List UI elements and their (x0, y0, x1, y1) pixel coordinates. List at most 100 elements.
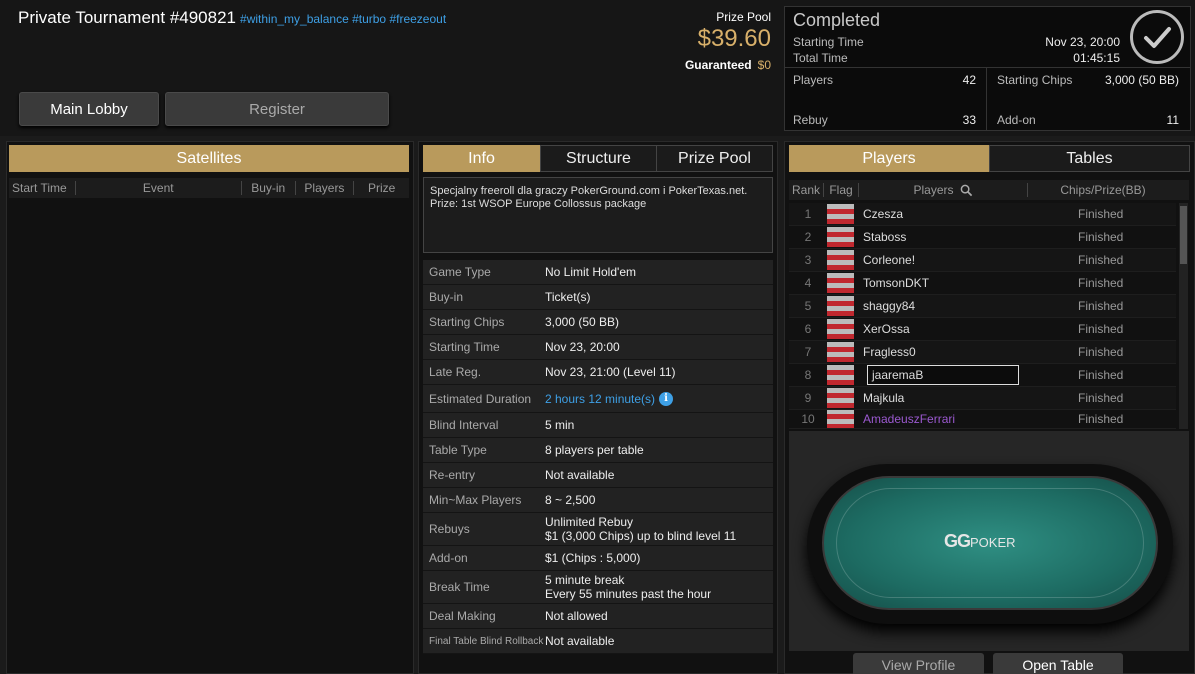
player-status: Finished (1078, 345, 1124, 359)
player-name: Majkula (863, 391, 905, 405)
col-start-time[interactable]: Start Time (9, 181, 75, 195)
guaranteed-label: Guaranteed (684, 58, 752, 72)
col-prize[interactable]: Prize (354, 181, 409, 195)
info-row-label: Starting Time (429, 340, 500, 354)
tab-tables[interactable]: Tables (989, 145, 1190, 172)
flag-icon (827, 319, 854, 339)
player-row[interactable]: 8 jaaremaB Finished (789, 364, 1176, 387)
player-rank: 7 (804, 345, 812, 359)
starting-chips-value: 3,000 (50 BB) (1104, 73, 1179, 87)
flag-icon (827, 273, 854, 293)
info-row-label: Table Type (429, 443, 487, 457)
info-row-label: Break Time (429, 580, 490, 594)
info-row-label: Buy-in (429, 290, 464, 304)
main-lobby-button[interactable]: Main Lobby (19, 92, 159, 126)
player-name: XerOssa (863, 322, 910, 336)
player-status: Finished (1078, 299, 1124, 313)
player-row[interactable]: 10 AmadeuszFerrari Finished (789, 410, 1176, 429)
player-row[interactable]: 2 Staboss Finished (789, 226, 1176, 249)
info-icon[interactable]: i (659, 391, 674, 406)
player-rank: 2 (804, 230, 812, 244)
player-row[interactable]: 6 XerOssa Finished (789, 318, 1176, 341)
player-name: Staboss (863, 230, 907, 244)
col-players[interactable]: Players (296, 181, 354, 195)
tab-players[interactable]: Players (789, 145, 989, 172)
info-row: Buy-in Ticket(s) (423, 285, 773, 310)
info-row-value: 5 min (545, 418, 575, 432)
info-row-value: Not available (545, 634, 615, 648)
info-row-label: Final Table Blind Rollback (429, 635, 544, 647)
col-players-label: Players (913, 183, 954, 197)
search-icon[interactable] (960, 184, 973, 197)
info-row: Table Type 8 players per table (423, 438, 773, 463)
info-row-label: Re-entry (429, 468, 476, 482)
player-row[interactable]: 5 shaggy84 Finished (789, 295, 1176, 318)
info-row-value: 3,000 (50 BB) (545, 315, 620, 329)
flag-icon (827, 250, 854, 270)
info-row-value[interactable]: 2 hours 12 minute(s) (545, 392, 655, 406)
addon-value: 11 (1166, 113, 1179, 127)
player-row[interactable]: 7 Fragless0 Finished (789, 341, 1176, 364)
tab-structure[interactable]: Structure (540, 145, 657, 172)
player-rank: 8 (804, 368, 812, 382)
flag-icon (827, 204, 854, 224)
player-status: Finished (1078, 230, 1124, 244)
info-row: Add-on $1 (Chips : 5,000) (423, 546, 773, 571)
guaranteed-value: $0 (757, 58, 771, 72)
player-row[interactable]: 1 Czesza Finished (789, 203, 1176, 226)
player-row[interactable]: 9 Majkula Finished (789, 387, 1176, 410)
info-row: Deal Making Not allowed (423, 604, 773, 629)
col-flag[interactable]: Flag (824, 183, 858, 197)
col-buyin[interactable]: Buy-in (242, 181, 295, 195)
col-rank[interactable]: Rank (789, 183, 823, 197)
info-row-label: Add-on (429, 551, 468, 565)
ggpoker-logo: GGPOKER (944, 531, 1016, 551)
col-chips-prize[interactable]: Chips/Prize(BB) (1028, 183, 1178, 197)
player-row[interactable]: 3 Corleone! Finished (789, 249, 1176, 272)
col-players-name[interactable]: Players (859, 183, 1027, 197)
flag-icon (827, 365, 854, 385)
divider (785, 67, 1190, 68)
scrollbar-thumb[interactable] (1180, 206, 1187, 264)
player-row[interactable]: 4 TomsonDKT Finished (789, 272, 1176, 295)
info-row: Starting Chips 3,000 (50 BB) (423, 310, 773, 335)
info-row: Game Type No Limit Hold'em (423, 260, 773, 285)
info-row-value: Ticket(s) (545, 290, 591, 304)
satellites-header: Start Time Event Buy-in Players Prize (9, 178, 409, 198)
flag-icon (827, 388, 854, 408)
player-status: Finished (1078, 322, 1124, 336)
view-profile-button[interactable]: View Profile (853, 653, 984, 674)
prize-pool-value: $39.60 (697, 25, 771, 52)
info-row-label: Blind Interval (429, 418, 499, 432)
register-button[interactable]: Register (165, 92, 389, 126)
info-row-value: Not allowed (545, 609, 608, 623)
tournament-tags[interactable]: #within_my_balance #turbo #freezeout (240, 12, 446, 26)
info-row-value: No Limit Hold'em (545, 265, 636, 279)
tournament-title: Private Tournament #490821 #within_my_bal… (18, 8, 446, 28)
info-row-value: 5 minute break Every 55 minutes past the… (545, 573, 712, 601)
info-row: Rebuys Unlimited Rebuy $1 (3,000 Chips) u… (423, 513, 773, 546)
player-rank: 4 (804, 276, 812, 290)
info-row-value: Nov 23, 20:00 (545, 340, 620, 354)
player-rank: 10 (801, 412, 815, 426)
info-row: Estimated Duration 2 hours 12 minute(s) i (423, 385, 773, 413)
info-row-value: Nov 23, 21:00 (Level 11) (545, 365, 676, 379)
rebuy-value: 33 (962, 113, 976, 127)
info-row: Late Reg. Nov 23, 21:00 (Level 11) (423, 360, 773, 385)
player-status: Finished (1078, 253, 1124, 267)
check-icon (1130, 10, 1184, 64)
guaranteed: Guaranteed $0 (650, 58, 771, 72)
tab-info[interactable]: Info (423, 145, 540, 172)
total-time-value: 01:45:15 (1073, 51, 1120, 65)
info-row-label: Estimated Duration (429, 391, 532, 406)
players-label: Players (793, 73, 834, 87)
tab-satellites[interactable]: Satellites (9, 145, 409, 172)
tab-prize-pool[interactable]: Prize Pool (656, 145, 773, 172)
info-row: Starting Time Nov 23, 20:00 (423, 335, 773, 360)
tournament-name: Private Tournament #490821 (18, 8, 237, 27)
open-table-button[interactable]: Open Table (993, 653, 1123, 674)
col-event[interactable]: Event (76, 181, 241, 195)
info-row-label: Min~Max Players (429, 493, 522, 507)
player-rank: 9 (804, 391, 812, 405)
player-name: TomsonDKT (863, 276, 930, 290)
